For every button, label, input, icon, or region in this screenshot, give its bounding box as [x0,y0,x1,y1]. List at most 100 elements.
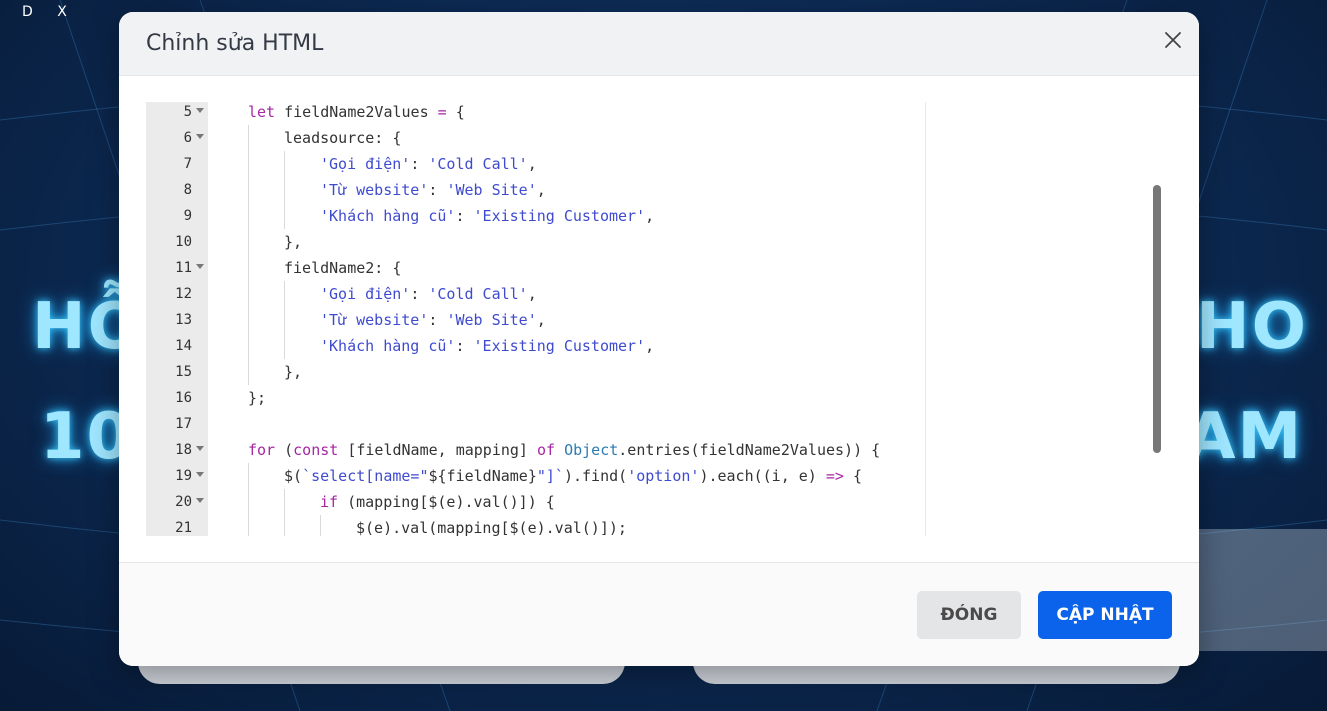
indent-guide [284,177,285,203]
code-token: 'Web Site' [446,311,537,329]
code-token: of [537,441,556,459]
indent-guide [248,229,249,255]
code-token: 'Gọi điện' [320,155,411,173]
code-token: 'Khách hàng cũ' [320,337,456,355]
line-number: 5 [183,104,192,120]
code-text: 'Gọi điện': 'Cold Call', [320,151,537,177]
code-line[interactable]: 12 'Gọi điện': 'Cold Call', [146,281,926,307]
code-text: 'Gọi điện': 'Cold Call', [320,281,537,307]
indent-guide [248,255,249,281]
fold-arrow-icon[interactable] [196,498,204,503]
code-token: leadsource: { [284,129,402,147]
code-token: 'Existing Customer' [473,207,646,225]
code-text: if (mapping[$(e).val()]) { [320,489,555,515]
indent-guide [248,463,249,489]
code-text: $(e).val(mapping[$(e).val()]); [356,515,627,536]
code-token: 'Gọi điện' [320,285,411,303]
update-button[interactable]: CẬP NHẬT [1038,591,1172,639]
code-token: { [446,103,465,121]
code-line[interactable]: 7 'Gọi điện': 'Cold Call', [146,151,926,177]
fold-arrow-icon[interactable] [196,472,204,477]
code-token: : [428,181,447,199]
line-number: 20 [175,494,192,510]
code-token: : [455,207,474,225]
code-token: { [843,467,862,485]
code-token: : [410,155,429,173]
indent-guide [248,489,249,515]
code-text: 'Từ website': 'Web Site', [320,177,546,203]
editor-print-margin [925,102,926,536]
editor-scrollbar[interactable] [1153,185,1161,453]
code-text: 'Khách hàng cũ': 'Existing Customer', [320,203,654,229]
code-token: 'Existing Customer' [473,337,646,355]
line-number: 7 [183,156,192,172]
fold-arrow-icon[interactable] [196,264,204,269]
modal-title: Chỉnh sửa HTML [146,31,324,56]
code-line[interactable]: 17 [146,411,926,437]
close-icon[interactable] [1161,28,1185,52]
modal-header: Chỉnh sửa HTML [119,12,1199,76]
code-token: , [536,181,546,199]
code-text: leadsource: { [284,125,401,151]
line-number: 18 [175,442,192,458]
fold-arrow-icon[interactable] [196,108,204,113]
code-token: : [410,285,429,303]
code-token: : [455,337,474,355]
code-line[interactable]: 9 'Khách hàng cũ': 'Existing Customer', [146,203,926,229]
code-line[interactable]: 6 leadsource: { [146,125,926,151]
fold-arrow-icon[interactable] [196,134,204,139]
line-number: 13 [175,312,192,328]
code-token: .entries(fieldName2Values)) { [618,441,881,459]
code-line[interactable]: 8 'Từ website': 'Web Site', [146,177,926,203]
code-line[interactable]: 16}; [146,385,926,411]
code-token: "]` [536,467,564,485]
code-token: 'Từ website' [320,181,429,199]
indent-guide [284,515,285,536]
code-line[interactable]: 14 'Khách hàng cũ': 'Existing Customer', [146,333,926,359]
indent-guide [284,151,285,177]
line-number: 11 [175,260,192,276]
code-line[interactable]: 21 $(e).val(mapping[$(e).val()]); [146,515,926,536]
indent-guide [248,125,249,151]
code-line[interactable]: 15}, [146,359,926,385]
code-line[interactable]: 19 $(`select[name="${fieldName}"]`).find(… [146,463,926,489]
fold-arrow-icon[interactable] [196,446,204,451]
code-editor[interactable]: 5 let fieldName2Values = {6 leadsource: {7… [146,102,926,536]
code-text: $(`select[name="${fieldName}"]`).find('o… [284,463,862,489]
code-token: Object [564,441,619,459]
code-token: , [536,311,546,329]
indent-guide [284,307,285,333]
code-text: }, [284,359,302,385]
code-token: , [645,337,655,355]
code-token: }, [284,233,303,251]
code-line[interactable]: 13 'Từ website': 'Web Site', [146,307,926,333]
indent-guide [284,281,285,307]
code-token: : [428,311,447,329]
close-button[interactable]: ĐÓNG [917,591,1021,639]
code-token: (mapping[$(e).val()]) { [338,493,555,511]
code-token: $( [284,467,303,485]
code-text: }; [248,385,266,411]
code-text: for (const [fieldName, mapping] of Objec… [248,437,880,463]
line-number: 21 [175,520,192,536]
code-token: $(e).val(mapping[$(e).val()]); [356,519,627,536]
code-line[interactable]: 11 fieldName2: { [146,255,926,281]
line-number: 14 [175,338,192,354]
line-number: 12 [175,286,192,302]
code-text: let fieldName2Values = { [248,102,465,125]
code-token: fieldName2Values [284,103,438,121]
code-line[interactable]: 20 if (mapping[$(e).val()]) { [146,489,926,515]
code-text: }, [284,229,302,255]
code-token: }; [248,389,267,407]
line-number: 9 [183,208,192,224]
indent-guide [248,151,249,177]
code-line[interactable]: 18 for (const [fieldName, mapping] of Obj… [146,437,926,463]
code-token: 'Cold Call' [428,285,528,303]
code-token: const [293,441,339,459]
code-token: [fieldName, mapping] [338,441,537,459]
code-line[interactable]: 10}, [146,229,926,255]
indent-guide [284,203,285,229]
code-token: , [645,207,655,225]
code-token: ).find( [563,467,628,485]
code-line[interactable]: 5 let fieldName2Values = { [146,102,926,125]
